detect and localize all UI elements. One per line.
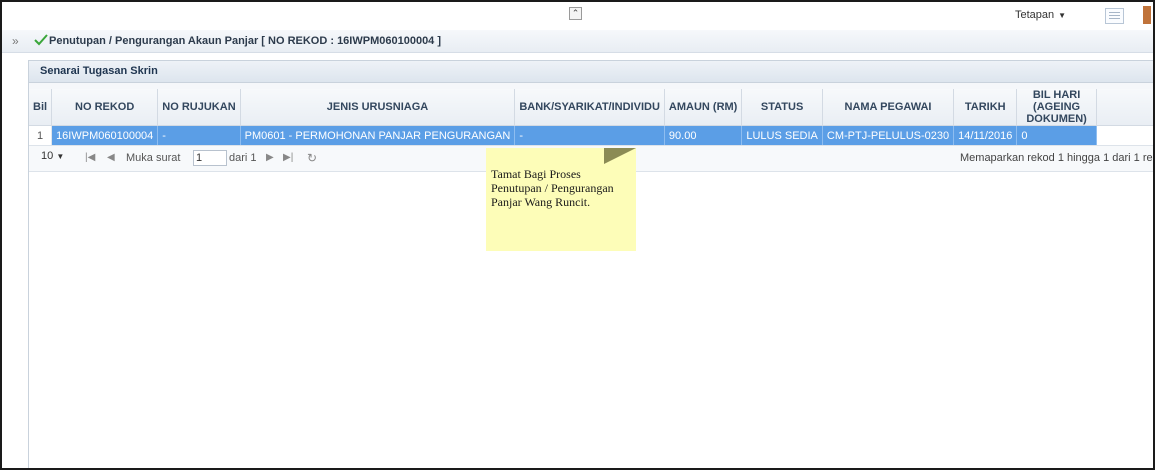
cell-tarikh: 14/11/2016 <box>953 125 1018 146</box>
cell-no-rujukan: - <box>157 125 241 146</box>
page-of-label: dari 1 <box>229 152 257 164</box>
cell-bil: 1 <box>29 125 53 146</box>
note-text: Tamat Bagi Proses Penutupan / Penguranga… <box>491 167 614 209</box>
col-header-amaun[interactable]: AMAUN (RM) <box>664 89 743 126</box>
breadcrumb: » Penutupan / Pengurangan Akaun Panjar [… <box>2 30 1153 53</box>
col-header-bil-hari[interactable]: BIL HARI (AGEING DOKUMEN) <box>1016 89 1097 126</box>
caret-down-icon: ▼ <box>1058 11 1067 20</box>
col-header-no-rujukan[interactable]: NO RUJUKAN <box>157 89 241 126</box>
panel-title: Senarai Tugasan Skrin <box>29 61 1153 83</box>
cell-bank: - <box>514 125 665 146</box>
check-icon <box>34 33 48 50</box>
cell-status: LULUS SEDIA <box>741 125 823 146</box>
last-page-icon[interactable]: ▶| <box>283 152 293 163</box>
col-header-no-rekod[interactable]: NO REKOD <box>51 89 159 126</box>
cell-amaun: 90.00 <box>664 125 743 146</box>
col-header-bil[interactable]: Bil <box>29 89 53 126</box>
page-label: Muka surat <box>126 152 181 164</box>
task-list-panel: Senarai Tugasan Skrin Bil NO REKOD NO RU… <box>28 60 1155 468</box>
first-page-icon[interactable]: |◀ <box>85 152 95 163</box>
page-size-select[interactable]: 10 ▼ <box>41 150 64 162</box>
task-table: Bil NO REKOD NO RUJUKAN JENIS URUSNIAGA … <box>29 89 1153 146</box>
app-frame: ⌃ Tetapan ▼ » Penutupan / Pengurangan Aka… <box>0 0 1155 470</box>
page-number-input[interactable] <box>193 150 227 166</box>
note-fold-corner <box>604 148 636 164</box>
prev-page-icon[interactable]: ◀ <box>107 152 115 163</box>
col-header-tarikh[interactable]: TARIKH <box>953 89 1018 126</box>
page-title: Penutupan / Pengurangan Akaun Panjar [ N… <box>49 35 442 47</box>
cell-nama-pegawai: CM-PTJ-PELULUS-0230 <box>822 125 955 146</box>
top-bar: ⌃ Tetapan ▼ <box>2 2 1153 30</box>
cell-no-rekod[interactable]: 16IWPM060100004 <box>51 125 159 146</box>
list-view-icon[interactable] <box>1105 8 1124 24</box>
sticky-note: Tamat Bagi Proses Penutupan / Penguranga… <box>486 148 636 251</box>
records-summary: Memaparkan rekod 1 hingga 1 dari 1 reko <box>960 152 1155 164</box>
table-row[interactable]: 1 16IWPM060100004 - PM0601 - PERMOHONAN … <box>29 125 1153 146</box>
expand-sidebar-icon[interactable]: » <box>12 34 19 48</box>
col-header-nama-pegawai[interactable]: NAMA PEGAWAI <box>822 89 955 126</box>
next-page-icon[interactable]: ▶ <box>266 152 274 163</box>
page-size-value: 10 <box>41 150 54 162</box>
col-header-jenis-urusniaga[interactable]: JENIS URUSNIAGA <box>240 89 516 126</box>
col-header-bank[interactable]: BANK/SYARIKAT/INDIVIDU <box>514 89 665 126</box>
settings-menu[interactable]: Tetapan ▼ <box>1015 9 1066 21</box>
cell-bil-hari: 0 <box>1016 125 1097 146</box>
col-header-status[interactable]: STATUS <box>741 89 823 126</box>
cell-jenis-urusniaga: PM0601 - PERMOHONAN PANJAR PENGURANGAN <box>240 125 516 146</box>
refresh-icon[interactable]: ↻ <box>307 151 317 165</box>
bookmark-icon <box>1143 6 1151 24</box>
collapse-up-icon[interactable]: ⌃ <box>569 7 582 20</box>
caret-down-icon: ▼ <box>56 152 65 161</box>
table-header-row: Bil NO REKOD NO RUJUKAN JENIS URUSNIAGA … <box>29 89 1153 126</box>
settings-label: Tetapan <box>1015 9 1055 21</box>
